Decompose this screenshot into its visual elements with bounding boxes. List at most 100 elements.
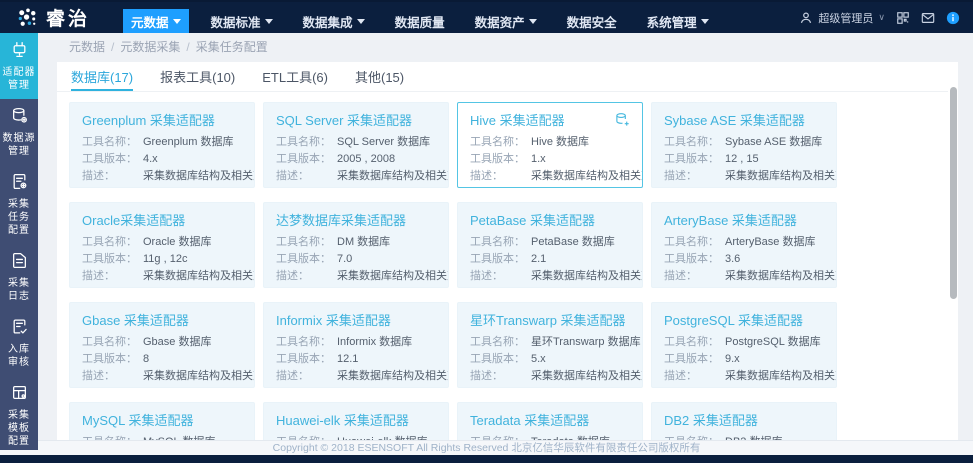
sidebar-item[interactable]: 适配器 管理 [0, 33, 38, 99]
adapter-card[interactable]: ArteryBase 采集适配器 工具名称： ArteryBase 数据库 工具版… [651, 202, 837, 288]
adapter-card[interactable]: Gbase 采集适配器 工具名称： Gbase 数据库 工具版本： 8 描述： 采集数… [69, 302, 255, 388]
adapter-card-title[interactable]: MySQL 采集适配器 [82, 412, 193, 429]
sidebar-item[interactable]: 采集 任务 配置 [0, 165, 38, 244]
description-value: 采集数据库结构及相关对象 [337, 270, 448, 282]
scrollbar-thumb[interactable] [950, 87, 957, 299]
nav-menu-item-label: 系统管理 [646, 15, 697, 30]
nav-menu-item[interactable]: 数据资产 [467, 9, 545, 33]
nav-menu-item[interactable]: 元数据 [123, 9, 189, 33]
tool-version-value: 3.6 [725, 253, 741, 265]
chevron-down-icon [700, 19, 709, 24]
app-logo[interactable]: 睿治 [0, 2, 104, 33]
user-menu[interactable]: 超级管理员 ∨ [799, 10, 885, 26]
description-value: 采集数据库结构及相关对象 [337, 370, 448, 382]
sidebar-item[interactable]: 采集 日志 [0, 244, 38, 310]
tool-name-label: 工具名称： [276, 336, 331, 348]
tool-version-row: 工具版本： 7.0 [276, 251, 436, 268]
adapter-card-title[interactable]: Sybase ASE 采集适配器 [664, 112, 805, 129]
breadcrumb-separator: / [111, 40, 115, 54]
adapter-card-title[interactable]: PetaBase 采集适配器 [470, 212, 595, 229]
tool-version-row: 工具版本： 5.x [470, 351, 630, 368]
adapter-card-title[interactable]: Huawei-elk 采集适配器 [276, 412, 409, 429]
description-label: 描述： [276, 370, 309, 382]
adapter-card-title[interactable]: Hive 采集适配器 [470, 112, 565, 129]
nav-menu-item-label: 数据安全 [566, 15, 617, 30]
scrollbar-track[interactable] [948, 62, 958, 440]
adapter-card[interactable]: SQL Server 采集适配器 工具名称： SQL Server 数据库 工具版… [263, 102, 449, 188]
adapter-card[interactable]: Teradata 采集适配器 工具名称：Teradata 数据库 工具版本： 描… [457, 402, 643, 440]
description-row: 描述： 采集数据库结构及相关对象 [664, 368, 836, 385]
tool-name-label: 工具名称： [82, 336, 137, 348]
adapter-card-grid: Greenplum 采集适配器 工具名称： Greenplum 数据库 工具版本：… [57, 92, 948, 440]
nav-menu-item[interactable]: 数据安全 [559, 9, 625, 33]
mail-icon[interactable] [921, 11, 935, 25]
nav-menu-item[interactable]: 数据质量 [387, 9, 453, 33]
info-icon[interactable] [946, 11, 960, 25]
adapter-card[interactable]: 达梦数据库采集适配器 工具名称： DM 数据库 工具版本： 7.0 描述： 采集数据库… [263, 202, 449, 288]
description-value: 采集数据库结构及相关对象 [337, 170, 448, 182]
description-label: 描述： [664, 370, 697, 382]
adapter-card-title[interactable]: Greenplum 采集适配器 [82, 112, 215, 129]
sidebar-item[interactable]: 入库 审核 [0, 310, 38, 376]
adapter-card-title[interactable]: DB2 采集适配器 [664, 412, 758, 429]
main-panel: 数据库(17) 报表工具(10) ETL工具(6) 其他(15) Greenplum … [57, 62, 948, 440]
adapter-card[interactable]: MySQL 采集适配器 工具名称：MySQL 数据库 工具版本： 描述： [69, 402, 255, 440]
adapter-card[interactable]: 星环Transwarp 采集适配器 工具名称： 星环Transwarp 数据库 工… [457, 302, 643, 388]
tab-item[interactable]: ETL工具(6) [262, 62, 328, 91]
sidebar-item[interactable]: 数据源 管理 [0, 99, 38, 165]
adapter-card[interactable]: PetaBase 采集适配器 工具名称： PetaBase 数据库 工具版本： 2.… [457, 202, 643, 288]
description-label: 描述： [664, 270, 697, 282]
adapter-card-title[interactable]: Oracle采集适配器 [82, 212, 185, 229]
tool-name-label: 工具名称： [470, 136, 525, 148]
adapter-card-title[interactable]: PostgreSQL 采集适配器 [664, 312, 803, 329]
tool-name-label: 工具名称： [664, 336, 719, 348]
adapter-card[interactable]: DB2 采集适配器 工具名称：DB2 数据库 工具版本： 描述： [651, 402, 837, 440]
adapter-card[interactable]: Oracle采集适配器 工具名称： Oracle 数据库 工具版本： 11g , 1… [69, 202, 255, 288]
adapter-card[interactable]: Greenplum 采集适配器 工具名称： Greenplum 数据库 工具版本：… [69, 102, 255, 188]
tool-version-row: 工具版本： 4.x [82, 151, 242, 168]
tool-name-value: Informix 数据库 [337, 336, 413, 348]
adapter-card-title[interactable]: Informix 采集适配器 [276, 312, 391, 329]
tool-version-value: 1.x [531, 153, 546, 165]
description-row: 描述： 采集数据库结构及相关对象 [664, 168, 836, 185]
bottom-bar [0, 455, 973, 463]
tool-name-row: 工具名称： Hive 数据库 [470, 134, 630, 151]
description-row: 描述： 采集数据库结构及相关对象 [664, 268, 836, 285]
adapter-card[interactable]: PostgreSQL 采集适配器 工具名称： PostgreSQL 数据库 工具版… [651, 302, 837, 388]
adapter-card[interactable]: Hive 采集适配器 工具名称： Hive 数据库 工具版本： 1.x 描述： 采集数… [457, 102, 643, 188]
add-collection-task-icon[interactable] [615, 112, 630, 127]
tool-name-label: 工具名称： [470, 336, 525, 348]
breadcrumb-item[interactable]: 元数据采集 [120, 40, 180, 54]
adapter-card[interactable]: Informix 采集适配器 工具名称： Informix 数据库 工具版本： 12… [263, 302, 449, 388]
logo-dots-icon [18, 8, 36, 26]
template-icon [11, 384, 28, 406]
top-navbar: 睿治 元数据 数据标准 数据集成 数据质量 数据资产 数据安全 系统管理 超级管理员 ∨ [0, 0, 973, 33]
breadcrumb-item[interactable]: 元数据 [69, 40, 105, 54]
tool-version-row: 工具版本： 3.6 [664, 251, 824, 268]
tool-version-label: 工具版本： [82, 253, 137, 265]
sidebar-item[interactable]: 采集 模板 配置 [0, 376, 38, 455]
adapter-card-title[interactable]: ArteryBase 采集适配器 [664, 212, 797, 229]
tab-active[interactable]: 数据库(17) [71, 62, 134, 91]
adapter-card-title[interactable]: Gbase 采集适配器 [82, 312, 189, 329]
adapter-icon [11, 41, 28, 63]
breadcrumb-item[interactable]: 采集任务配置 [196, 40, 268, 54]
tool-version-value: 9.x [725, 353, 740, 365]
tool-name-row: 工具名称： Greenplum 数据库 [82, 134, 242, 151]
tool-version-label: 工具版本： [82, 353, 137, 365]
adapter-card-title[interactable]: 星环Transwarp 采集适配器 [470, 312, 626, 329]
description-row: 描述： 采集数据库结构及相关对象 [470, 368, 642, 385]
adapter-card[interactable]: Sybase ASE 采集适配器 工具名称： Sybase ASE 数据库 工具版… [651, 102, 837, 188]
adapter-card-title[interactable]: Teradata 采集适配器 [470, 412, 589, 429]
qr-code-icon[interactable] [896, 11, 910, 25]
adapter-card-title[interactable]: SQL Server 采集适配器 [276, 112, 412, 129]
nav-menu-item[interactable]: 数据标准 [203, 9, 281, 33]
tool-version-row: 工具版本： 2.1 [470, 251, 630, 268]
nav-menu-item[interactable]: 数据集成 [295, 9, 373, 33]
adapter-card[interactable]: Huawei-elk 采集适配器 工具名称：Huawei-elk 数据库 工具版… [263, 402, 449, 440]
tool-version-value: 11g , 12c [143, 253, 188, 265]
nav-menu-item[interactable]: 系统管理 [639, 9, 717, 33]
tab-item[interactable]: 其他(15) [355, 62, 404, 91]
adapter-card-title[interactable]: 达梦数据库采集适配器 [276, 212, 406, 229]
tab-item[interactable]: 报表工具(10) [160, 62, 235, 91]
